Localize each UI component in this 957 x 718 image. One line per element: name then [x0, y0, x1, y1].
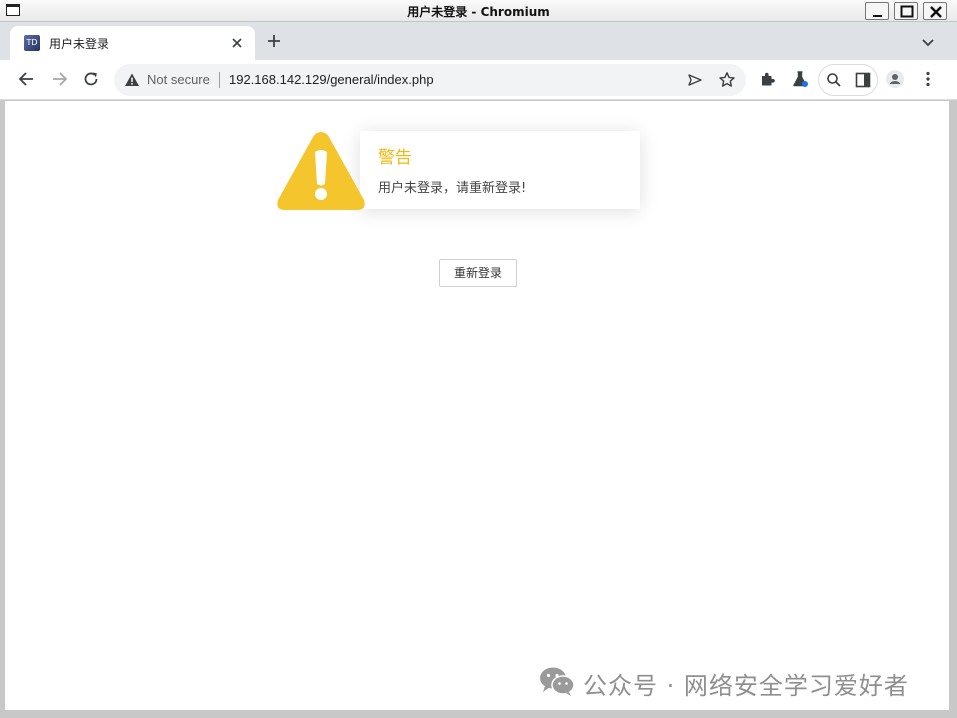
address-bar[interactable]: Not secure 192.168.142.129/general/index… [114, 64, 746, 96]
url-text[interactable]: 192.168.142.129/general/index.php [229, 72, 434, 87]
search-icon[interactable] [825, 71, 843, 89]
bookmark-star-icon[interactable] [718, 71, 736, 89]
labs-flask-icon[interactable] [790, 69, 810, 89]
tab-title: 用户未登录 [49, 37, 110, 51]
not-secure-warning-icon[interactable] [124, 72, 140, 88]
new-tab-plus-icon[interactable] [264, 31, 284, 51]
send-to-device-icon[interactable] [686, 71, 704, 89]
tab-favicon-icon: TD [24, 35, 40, 51]
warning-triangle-icon [277, 132, 365, 210]
forward-arrow-icon[interactable] [49, 69, 69, 89]
os-window-titlebar: 用户未登录 - Chromium [0, 0, 957, 22]
tab-close-icon[interactable] [228, 34, 246, 52]
close-window-button[interactable] [923, 2, 947, 20]
maximize-icon [900, 5, 914, 18]
side-panel-icon[interactable] [854, 71, 872, 89]
browser-toolbar: Not secure 192.168.142.129/general/index… [0, 60, 957, 100]
security-status-label[interactable]: Not secure [147, 72, 210, 87]
omnibox-divider [219, 72, 220, 88]
alert-message: 用户未登录，请重新登录! [378, 181, 527, 196]
maximize-button[interactable] [894, 2, 918, 20]
tab-search-chevron-down-icon[interactable] [918, 32, 938, 52]
tab-strip: TD 用户未登录 [0, 22, 957, 60]
watermark-text: 公众号 · 网络安全学习爱好者 [583, 672, 909, 700]
page-viewport: 警告 用户未登录，请重新登录! 重新登录 公众号 · 网络安全学习爱好者 [5, 101, 949, 710]
browser-tab-active[interactable]: TD 用户未登录 [10, 26, 255, 60]
reload-icon[interactable] [81, 69, 101, 89]
extensions-puzzle-icon[interactable] [758, 69, 778, 89]
alert-title: 警告 [378, 148, 412, 168]
window-right-edge [949, 101, 957, 718]
more-menu-icon[interactable] [918, 69, 938, 89]
close-icon [930, 6, 942, 18]
extension-pill [818, 64, 878, 96]
window-title: 用户未登录 - Chromium [407, 5, 550, 19]
relogin-button[interactable]: 重新登录 [439, 259, 517, 287]
profile-avatar-icon[interactable] [885, 69, 905, 89]
minimize-button[interactable] [865, 2, 889, 20]
wechat-icon [540, 667, 575, 696]
back-arrow-icon[interactable] [17, 69, 37, 89]
minimize-icon [873, 15, 882, 17]
